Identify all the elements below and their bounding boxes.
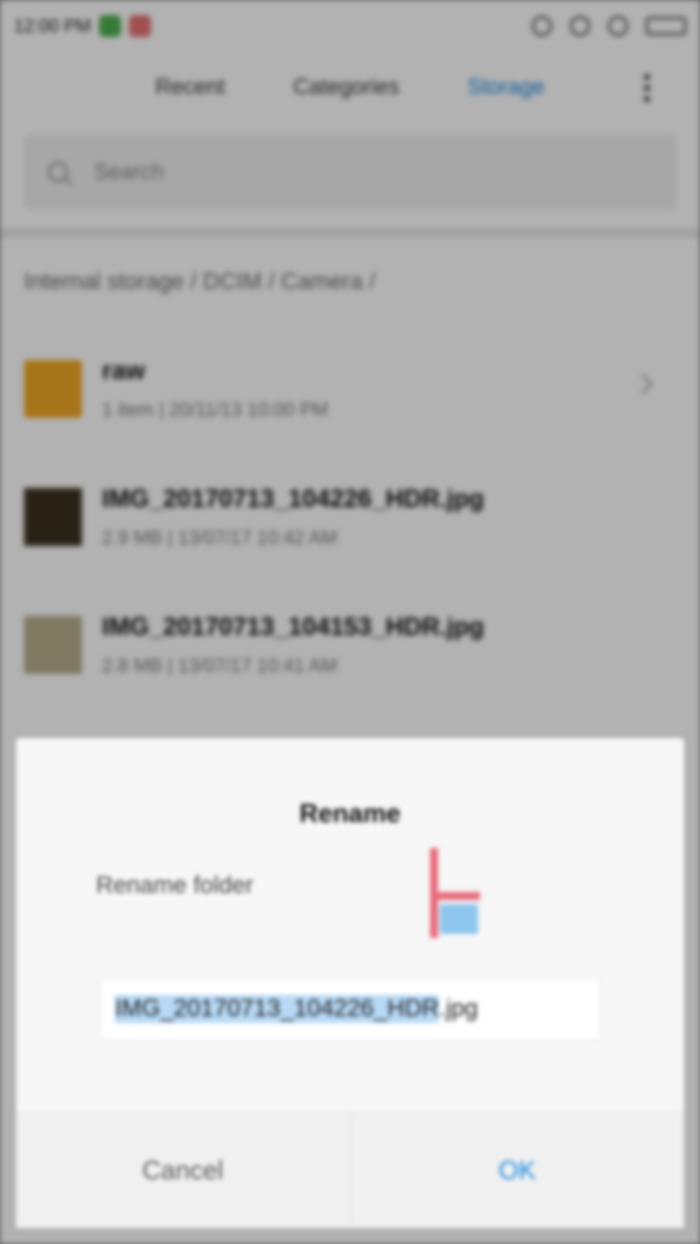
rename-dialog: Rename Rename folder IMG_20170713_104226… [16, 738, 684, 1228]
watermark-logo [410, 848, 630, 938]
input-selected-text: IMG_20170713_104226_HDR [115, 995, 440, 1023]
cancel-button[interactable]: Cancel [16, 1113, 350, 1228]
input-extension-text: .jpg [439, 995, 478, 1022]
rename-input[interactable]: IMG_20170713_104226_HDR .jpg [100, 978, 600, 1040]
dialog-subtitle: Rename folder [96, 872, 254, 899]
dialog-title: Rename [299, 798, 401, 828]
ok-button[interactable]: OK [349, 1113, 685, 1228]
dialog-button-bar: Cancel OK [16, 1112, 684, 1228]
